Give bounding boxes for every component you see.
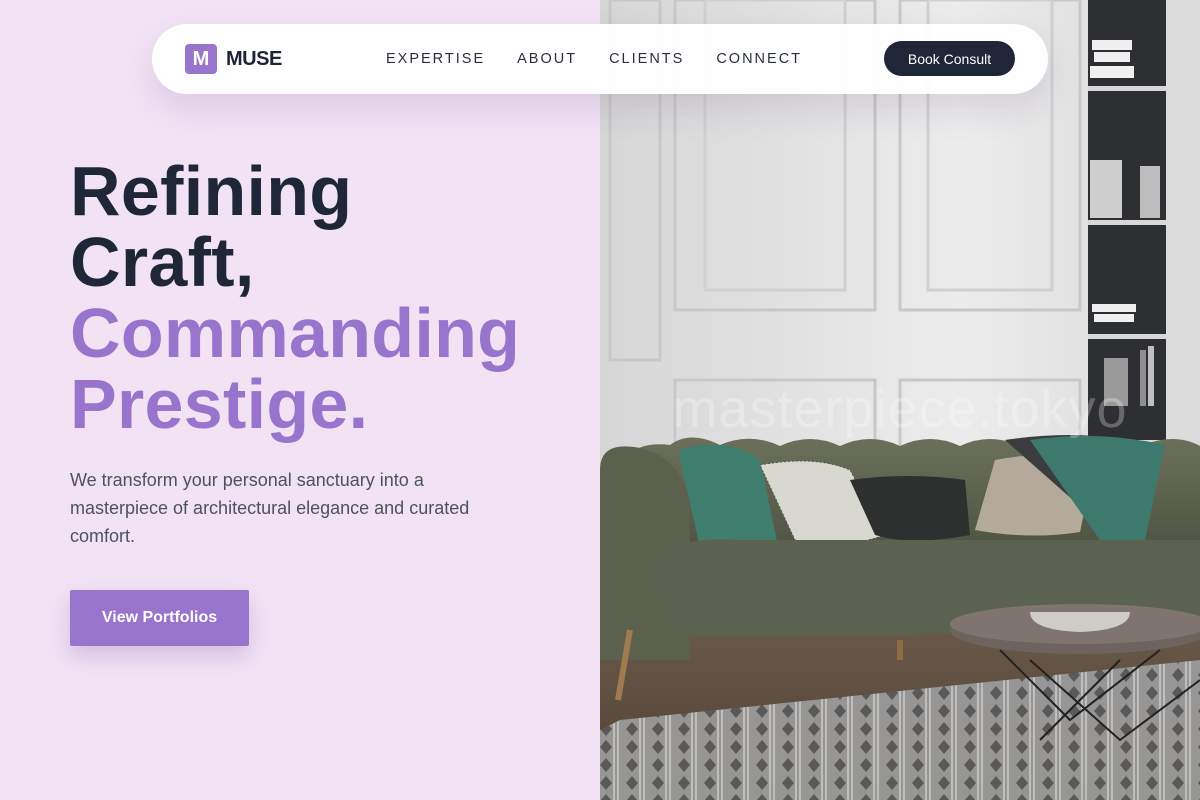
- nav-item-connect[interactable]: CONNECT: [716, 51, 802, 67]
- hero-subtitle: We transform your personal sanctuary int…: [70, 470, 470, 546]
- headline-line-3: Commanding: [70, 294, 521, 372]
- headline-line-1: Refining: [70, 152, 353, 230]
- nav-menu: EXPERTISE ABOUT CLIENTS CONNECT: [386, 24, 802, 94]
- logo-text: MUSE: [226, 47, 282, 70]
- book-consult-button[interactable]: Book Consult: [884, 41, 1015, 76]
- headline-line-2: Craft,: [70, 223, 255, 301]
- headline-line-4: Prestige.: [70, 365, 369, 443]
- image-watermark: masterpiece.tokyo: [672, 379, 1128, 439]
- hero-left-panel: Refining Craft, Commanding Prestige. We …: [0, 0, 600, 800]
- brand-logo[interactable]: M MUSE: [185, 44, 282, 74]
- view-portfolios-button[interactable]: View Portfolios: [70, 590, 249, 646]
- hero-headline: Refining Craft, Commanding Prestige.: [70, 156, 520, 440]
- nav-item-expertise[interactable]: EXPERTISE: [386, 51, 485, 67]
- logo-mark: M: [185, 44, 217, 74]
- top-navigation: M MUSE EXPERTISE ABOUT CLIENTS CONNECT B…: [152, 24, 1048, 94]
- nav-item-clients[interactable]: CLIENTS: [609, 51, 684, 67]
- nav-item-about[interactable]: ABOUT: [517, 51, 577, 67]
